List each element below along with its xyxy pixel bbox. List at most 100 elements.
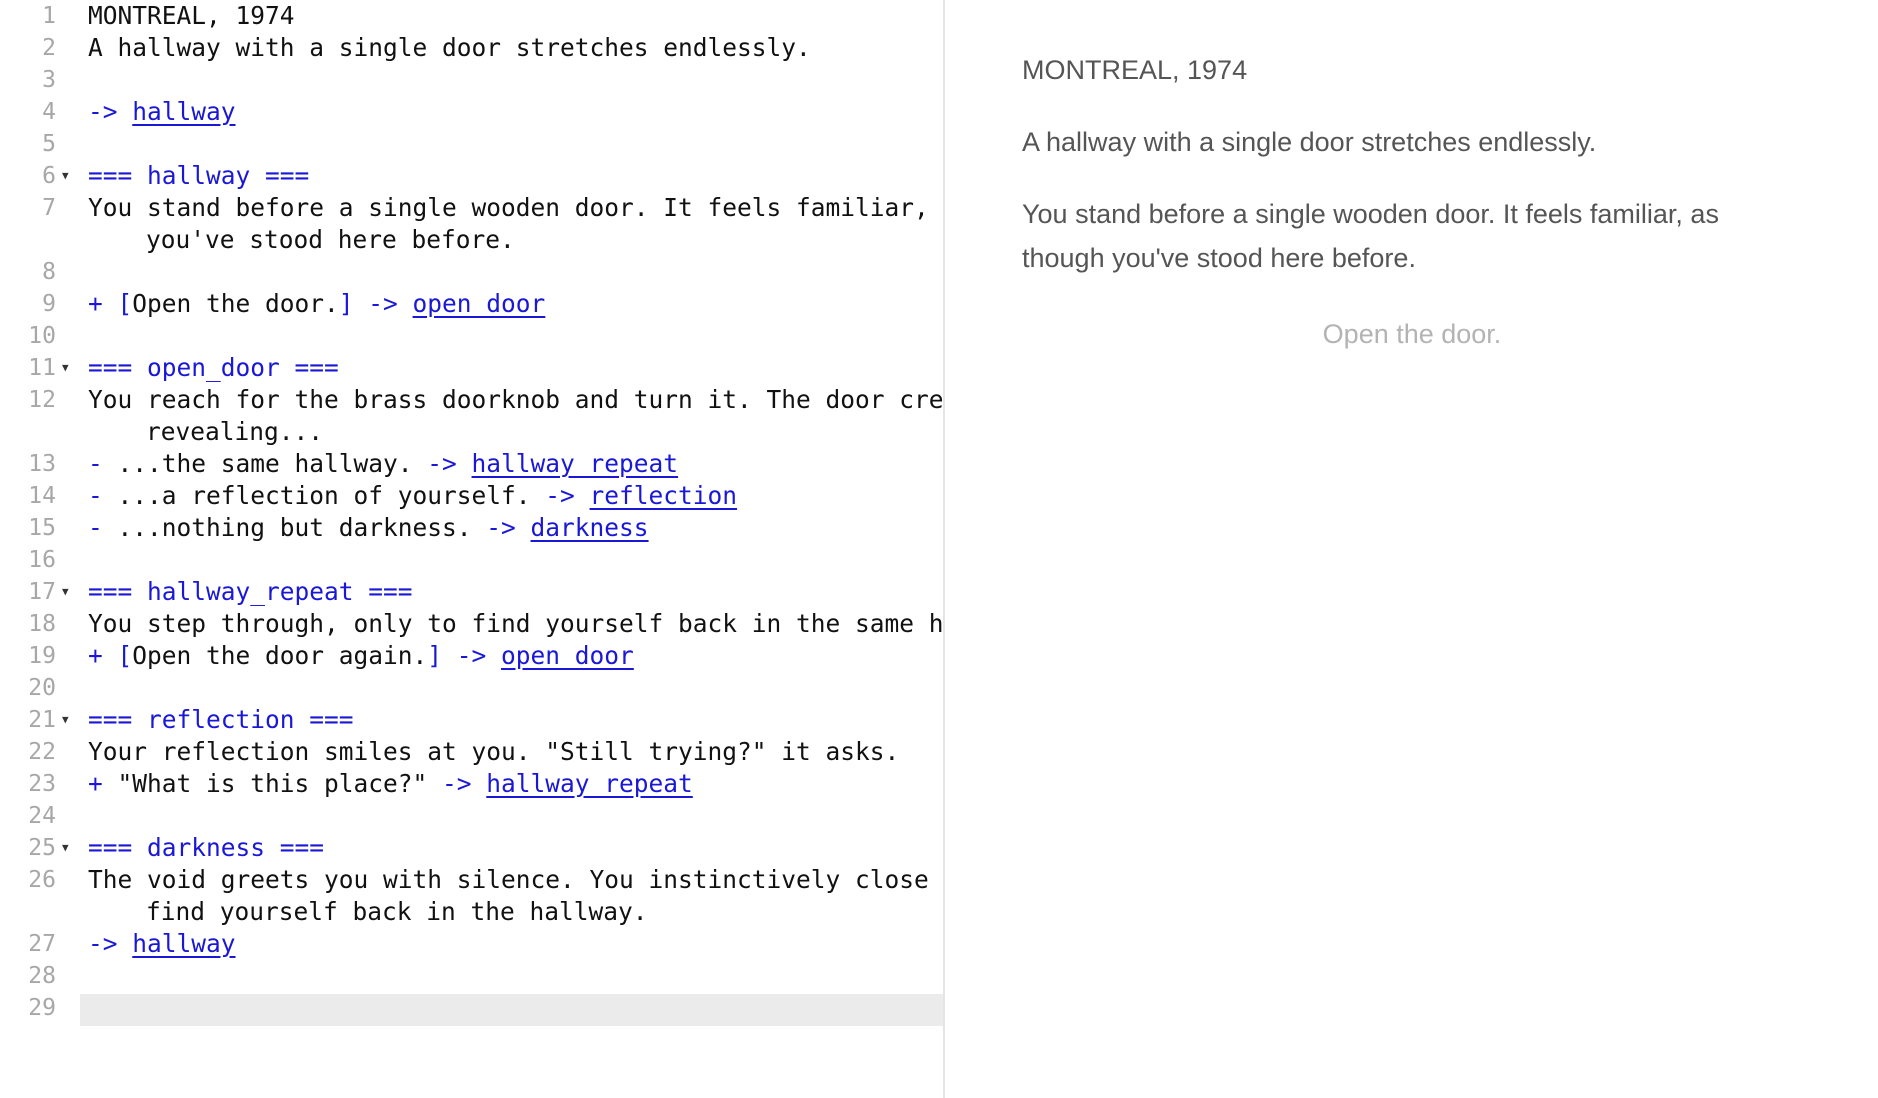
divert-target-link[interactable]: hallway xyxy=(132,97,235,126)
syntax-token: === hallway === xyxy=(88,161,310,190)
editor-line[interactable]: 7 You stand before a single wooden door. … xyxy=(0,192,943,224)
fold-arrow-icon[interactable]: ▼ xyxy=(62,704,69,736)
editor-line[interactable]: 26 The void greets you with silence. You … xyxy=(0,864,943,896)
line-code: === open_door === xyxy=(88,352,339,384)
preview-choice-open-door[interactable]: Open the door. xyxy=(1022,312,1802,356)
line-code: - ...nothing but darkness. -> darkness xyxy=(88,512,649,544)
line-number: 23 xyxy=(28,771,56,797)
editor-line[interactable]: 11 ▼ === open_door === xyxy=(0,352,943,384)
line-number: 11 xyxy=(28,355,56,381)
fold-arrow-icon[interactable]: ▼ xyxy=(62,160,69,192)
line-number: 4 xyxy=(42,99,56,125)
line-number: 14 xyxy=(28,483,56,509)
editor-line[interactable]: 23 + "What is this place?" -> hallway_rep… xyxy=(0,768,943,800)
editor-line[interactable]: 9 + [Open the door.] -> open_door xyxy=(0,288,943,320)
editor-line[interactable]: 6 ▼ === hallway === xyxy=(0,160,943,192)
code-text: "What is this place?" xyxy=(117,769,443,798)
divert-target-link[interactable]: reflection xyxy=(590,481,738,510)
line-code: The void greets you with silence. You in… xyxy=(88,864,943,896)
code-text: The void greets you with silence. You in… xyxy=(88,865,943,894)
editor-line[interactable]: 16 xyxy=(0,544,943,576)
editor-line[interactable]: 19 + [Open the door again.] -> open_door xyxy=(0,640,943,672)
line-number: 25 xyxy=(28,835,56,861)
line-number: 27 xyxy=(28,931,56,957)
line-code: === hallway === xyxy=(88,160,309,192)
editor-line[interactable]: 10 xyxy=(0,320,943,352)
line-code: Your reflection smiles at you. "Still tr… xyxy=(88,736,899,768)
editor-line[interactable]: 29 xyxy=(0,992,943,1024)
syntax-token: -> xyxy=(442,769,487,798)
editor-line[interactable]: 1 MONTREAL, 1974 xyxy=(0,0,943,32)
line-number: 18 xyxy=(28,611,56,637)
code-text: revealing... xyxy=(146,417,324,446)
line-code: === darkness === xyxy=(88,832,324,864)
editor-line-continuation[interactable]: revealing... xyxy=(0,416,943,448)
syntax-token: + [ xyxy=(88,641,133,670)
editor-line[interactable]: 12 You reach for the brass doorknob and t… xyxy=(0,384,943,416)
line-code: You reach for the brass doorknob and tur… xyxy=(88,384,943,416)
syntax-token: -> xyxy=(545,481,590,510)
editor-line[interactable]: 3 xyxy=(0,64,943,96)
line-number: 17 xyxy=(28,579,56,605)
line-code: -> hallway xyxy=(88,928,236,960)
line-number: 29 xyxy=(28,995,56,1021)
code-text: ...the same hallway. xyxy=(117,449,428,478)
fold-arrow-icon[interactable]: ▼ xyxy=(62,352,69,384)
line-number: 21 xyxy=(28,707,56,733)
editor-line[interactable]: 18 You step through, only to find yoursel… xyxy=(0,608,943,640)
preview-paragraph: You stand before a single wooden door. I… xyxy=(1022,199,1719,273)
code-text: find yourself back in the hallway. xyxy=(146,897,648,926)
syntax-token: === open_door === xyxy=(88,353,339,382)
code-text: MONTREAL, 1974 xyxy=(88,1,295,30)
line-code: + [Open the door again.] -> open_door xyxy=(88,640,634,672)
editor-line[interactable]: 28 xyxy=(0,960,943,992)
editor-line[interactable]: 20 xyxy=(0,672,943,704)
preview-paragraph: A hallway with a single door stretches e… xyxy=(1022,127,1597,157)
line-number: 12 xyxy=(28,387,56,413)
divert-target-link[interactable]: open_door xyxy=(413,289,546,318)
line-number: 15 xyxy=(28,515,56,541)
editor-line[interactable]: 27 -> hallway xyxy=(0,928,943,960)
divert-target-link[interactable]: hallway_repeat xyxy=(486,769,693,798)
editor-line[interactable]: 2 A hallway with a single door stretches … xyxy=(0,32,943,64)
editor-line-continuation[interactable]: you've stood here before. xyxy=(0,224,943,256)
divert-target-link[interactable]: open_door xyxy=(501,641,634,670)
editor-line[interactable]: 15 - ...nothing but darkness. -> darkness xyxy=(0,512,943,544)
editor-line[interactable]: 4 -> hallway xyxy=(0,96,943,128)
divert-target-link[interactable]: hallway xyxy=(132,929,235,958)
editor-line[interactable]: 8 xyxy=(0,256,943,288)
editor-line[interactable]: 22 Your reflection smiles at you. "Still … xyxy=(0,736,943,768)
line-number: 6 xyxy=(42,163,56,189)
code-text: Open the door again. xyxy=(132,641,428,670)
line-number: 8 xyxy=(42,259,56,285)
divert-target-link[interactable]: hallway_repeat xyxy=(472,449,679,478)
line-code: + [Open the door.] -> open_door xyxy=(88,288,545,320)
line-code: - ...a reflection of yourself. -> reflec… xyxy=(88,480,737,512)
syntax-token: === darkness === xyxy=(88,833,325,862)
fold-arrow-icon[interactable]: ▼ xyxy=(62,576,69,608)
syntax-token: - xyxy=(88,449,118,478)
line-number: 7 xyxy=(42,195,56,221)
code-text: A hallway with a single door stretches e… xyxy=(88,33,811,62)
editor-line[interactable]: 17 ▼ === hallway_repeat === xyxy=(0,576,943,608)
editor-line[interactable]: 25 ▼ === darkness === xyxy=(0,832,943,864)
editor-line[interactable]: 24 xyxy=(0,800,943,832)
syntax-token: -> xyxy=(88,97,133,126)
editor-line[interactable]: 13 - ...the same hallway. -> hallway_repe… xyxy=(0,448,943,480)
script-editor[interactable]: 1 MONTREAL, 1974 2 A hallway with a single … xyxy=(0,0,943,1098)
syntax-token: ] -> xyxy=(338,289,413,318)
divert-target-link[interactable]: darkness xyxy=(531,513,649,542)
code-text: You step through, only to find yourself … xyxy=(88,609,943,638)
editor-line-continuation[interactable]: find yourself back in the hallway. xyxy=(0,896,943,928)
fold-arrow-icon[interactable]: ▼ xyxy=(62,832,69,864)
line-number: 19 xyxy=(28,643,56,669)
line-code: -> hallway xyxy=(88,96,236,128)
line-number: 5 xyxy=(42,131,56,157)
line-code: === hallway_repeat === xyxy=(88,576,413,608)
editor-line[interactable]: 21 ▼ === reflection === xyxy=(0,704,943,736)
line-number: 20 xyxy=(28,675,56,701)
ink-editor-app: 1 MONTREAL, 1974 2 A hallway with a single … xyxy=(0,0,1878,1098)
line-code: find yourself back in the hallway. xyxy=(146,896,648,928)
editor-line[interactable]: 14 - ...a reflection of yourself. -> refl… xyxy=(0,480,943,512)
editor-line[interactable]: 5 xyxy=(0,128,943,160)
